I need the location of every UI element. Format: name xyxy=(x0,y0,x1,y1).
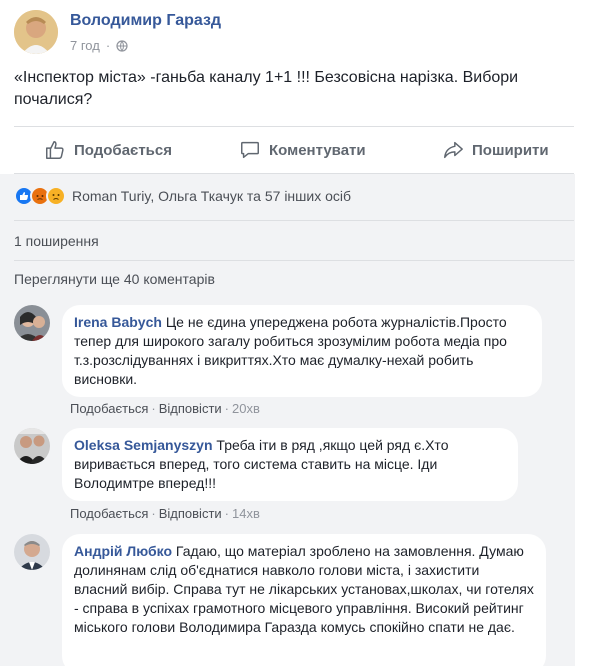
divider xyxy=(14,126,574,127)
comment-actions: Подобається · Відповісти · 20хв xyxy=(70,401,260,416)
like-button-label: Подобається xyxy=(74,141,172,159)
comment-bubble: Андрій Любко Гадаю, що матеріал зроблено… xyxy=(62,534,546,666)
reactions-summary[interactable]: Roman Turiy, Ольга Ткачук та 57 інших ос… xyxy=(14,186,351,206)
divider xyxy=(14,260,574,261)
post-meta: 7 год · xyxy=(70,38,128,53)
speech-bubble-icon xyxy=(241,141,259,159)
comment-bubble: Irena Babych Це не єдина упереджена робо… xyxy=(62,305,542,397)
post-author-name[interactable]: Володимир Гаразд xyxy=(70,12,221,30)
comment-reply-link[interactable]: Відповісти xyxy=(159,401,222,416)
divider xyxy=(14,220,574,221)
meta-separator: · xyxy=(105,38,111,53)
post-header: Володимир Гаразд 7 год · xyxy=(14,10,574,60)
reaction-names[interactable]: Roman Turiy, Ольга Ткачук та 57 інших ос… xyxy=(72,188,351,204)
commenter-name[interactable]: Irena Babych xyxy=(74,314,162,330)
comment-button-label: Коментувати xyxy=(269,141,366,159)
post-text: «Інспектор міста» -ганьба каналу 1+1 !!!… xyxy=(14,69,519,108)
view-more-comments-link[interactable]: Переглянути ще 40 коментарів xyxy=(14,271,215,287)
commenter-avatar[interactable] xyxy=(14,428,50,464)
comment-button[interactable]: Коментувати xyxy=(239,131,366,169)
thumbs-up-icon xyxy=(46,141,64,159)
commenter-name[interactable]: Андрій Любко xyxy=(74,543,172,559)
like-button[interactable]: Подобається xyxy=(44,131,172,169)
globe-icon xyxy=(116,39,128,52)
post-time[interactable]: 7 год xyxy=(70,38,100,53)
commenter-name[interactable]: Oleksa Semjanyszyn xyxy=(74,437,213,453)
comment-reply-link[interactable]: Відповісти xyxy=(159,506,222,521)
author-avatar[interactable] xyxy=(14,10,58,54)
comment-bubble: Oleksa Semjanyszyn Треба іти в ряд ,якщо… xyxy=(62,428,518,501)
commenter-avatar[interactable] xyxy=(14,305,50,341)
share-arrow-icon xyxy=(444,141,463,159)
sad-reaction-icon xyxy=(46,186,66,206)
share-button[interactable]: Поширити xyxy=(442,131,549,169)
comment-time[interactable]: 14хв xyxy=(232,506,260,521)
comment-like-link[interactable]: Подобається xyxy=(70,401,148,416)
share-button-label: Поширити xyxy=(472,141,549,159)
post-actions-bar: Подобається Коментувати Поширити xyxy=(14,131,574,169)
commenter-avatar[interactable] xyxy=(14,534,50,570)
comment-time[interactable]: 20хв xyxy=(232,401,260,416)
shares-count[interactable]: 1 поширення xyxy=(14,233,99,249)
comment-actions: Подобається · Відповісти · 14хв xyxy=(70,506,260,521)
comment-like-link[interactable]: Подобається xyxy=(70,506,148,521)
